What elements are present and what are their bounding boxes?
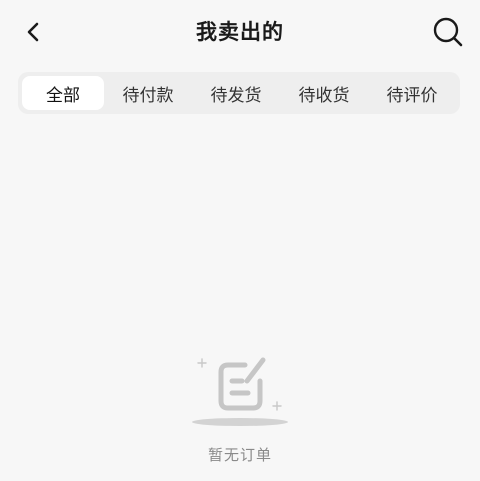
search-button[interactable] [428, 13, 468, 51]
empty-state: 暂无订单 [0, 345, 480, 475]
tab-pending-review[interactable]: 待评价 [368, 76, 456, 110]
header-bar: 我卖出的 [0, 0, 480, 64]
tab-pending-shipment[interactable]: 待发货 [192, 76, 280, 110]
tab-pending-receipt[interactable]: 待收货 [280, 76, 368, 110]
tab-pending-payment[interactable]: 待付款 [104, 76, 192, 110]
empty-order-icon [192, 357, 288, 426]
order-status-tabs: 全部 待付款 待发货 待收货 待评价 [18, 72, 460, 114]
search-icon [433, 17, 463, 47]
page-title: 我卖出的 [196, 20, 284, 44]
empty-state-text: 暂无订单 [207, 446, 272, 464]
tab-all[interactable]: 全部 [22, 76, 104, 110]
